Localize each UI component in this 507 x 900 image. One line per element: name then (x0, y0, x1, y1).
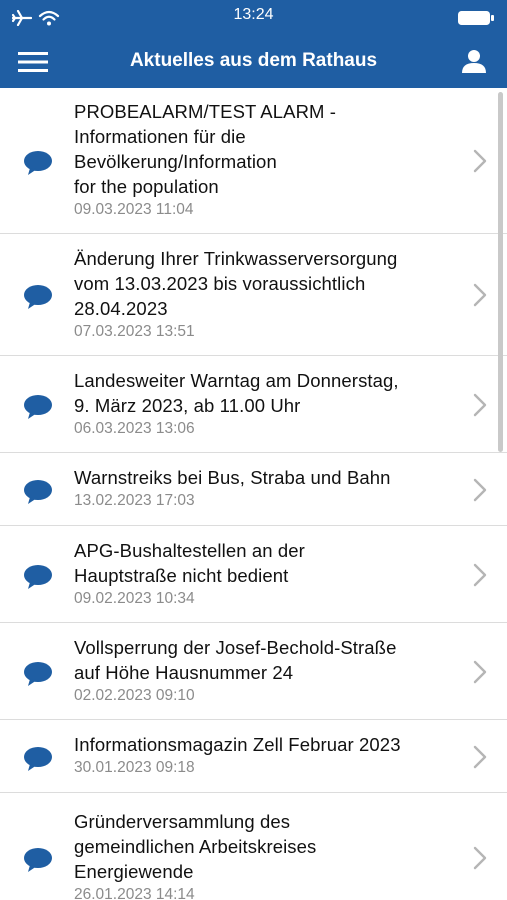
chevron-right-icon (473, 283, 487, 307)
news-list-item[interactable]: Informationsmagazin Zell Februar 2023 30.… (0, 720, 507, 793)
news-list-item[interactable]: Warnstreiks bei Bus, Straba und Bahn 13.0… (0, 453, 507, 526)
news-text: Änderung Ihrer Trinkwasserversorgung vom… (74, 246, 464, 341)
speech-bubble-icon (24, 151, 52, 175)
news-title: Informationsmagazin Zell Februar 2023 (74, 734, 401, 755)
news-list-item[interactable]: Gründerversammlung des gemeindlichen Arb… (0, 793, 507, 900)
news-title: Warnstreiks bei Bus, Straba und Bahn (74, 467, 391, 488)
news-list-item[interactable]: Vollsperrung der Josef-Bechold-Straße au… (0, 623, 507, 720)
news-date: 09.02.2023 10:34 (74, 590, 195, 607)
status-bar: 13:24 (0, 0, 507, 34)
news-title: Landesweiter Warntag am Donnerstag, 9. M… (74, 370, 399, 416)
speech-bubble-icon (24, 395, 52, 419)
news-list: PROBEALARM/TEST ALARM - Informationen fü… (0, 88, 507, 900)
chevron-right-icon (473, 478, 487, 502)
speech-bubble-icon (24, 480, 52, 504)
battery-icon (458, 11, 494, 25)
news-list-item[interactable]: PROBEALARM/TEST ALARM - Informationen fü… (0, 88, 507, 234)
navigation-bar: Aktuelles aus dem Rathaus (0, 34, 507, 88)
news-title: Änderung Ihrer Trinkwasserversorgung vom… (74, 248, 398, 319)
news-date: 02.02.2023 09:10 (74, 687, 195, 704)
news-text: PROBEALARM/TEST ALARM - Informationen fü… (74, 99, 464, 219)
news-date: 06.03.2023 13:06 (74, 420, 195, 437)
chevron-right-icon (473, 846, 487, 870)
chevron-right-icon (473, 393, 487, 417)
news-title: PROBEALARM/TEST ALARM - Informationen fü… (74, 101, 337, 197)
news-text: Vollsperrung der Josef-Bechold-Straße au… (74, 635, 464, 705)
speech-bubble-icon (24, 565, 52, 589)
news-text: Gründerversammlung des gemeindlichen Arb… (74, 809, 464, 900)
news-title: Vollsperrung der Josef-Bechold-Straße au… (74, 637, 397, 683)
news-date: 07.03.2023 13:51 (74, 323, 195, 340)
speech-bubble-icon (24, 662, 52, 686)
news-text: Informationsmagazin Zell Februar 2023 30.… (74, 732, 464, 777)
speech-bubble-icon (24, 285, 52, 309)
chevron-right-icon (473, 660, 487, 684)
news-list-item[interactable]: Änderung Ihrer Trinkwasserversorgung vom… (0, 234, 507, 356)
news-date: 09.03.2023 11:04 (74, 201, 194, 218)
news-title: APG-Bushaltestellen an der Hauptstraße n… (74, 540, 305, 586)
news-text: Landesweiter Warntag am Donnerstag, 9. M… (74, 368, 464, 438)
scrollbar[interactable] (498, 92, 503, 452)
news-list-item[interactable]: APG-Bushaltestellen an der Hauptstraße n… (0, 526, 507, 623)
news-title: Gründerversammlung des gemeindlichen Arb… (74, 811, 317, 882)
status-time: 13:24 (233, 6, 274, 23)
speech-bubble-icon (24, 747, 52, 771)
chevron-right-icon (473, 149, 487, 173)
news-list-item[interactable]: Landesweiter Warntag am Donnerstag, 9. M… (0, 356, 507, 453)
news-text: APG-Bushaltestellen an der Hauptstraße n… (74, 538, 464, 608)
news-date: 26.01.2023 14:14 (74, 886, 195, 900)
user-profile-icon[interactable] (461, 48, 487, 74)
chevron-right-icon (473, 563, 487, 587)
top-bar: 13:24 Aktuelles aus dem Rathaus (0, 0, 507, 88)
speech-bubble-icon (24, 848, 52, 872)
chevron-right-icon (473, 745, 487, 769)
news-text: Warnstreiks bei Bus, Straba und Bahn 13.0… (74, 465, 464, 510)
news-date: 13.02.2023 17:03 (74, 492, 195, 509)
news-date: 30.01.2023 09:18 (74, 759, 195, 776)
page-title: Aktuelles aus dem Rathaus (129, 50, 378, 71)
